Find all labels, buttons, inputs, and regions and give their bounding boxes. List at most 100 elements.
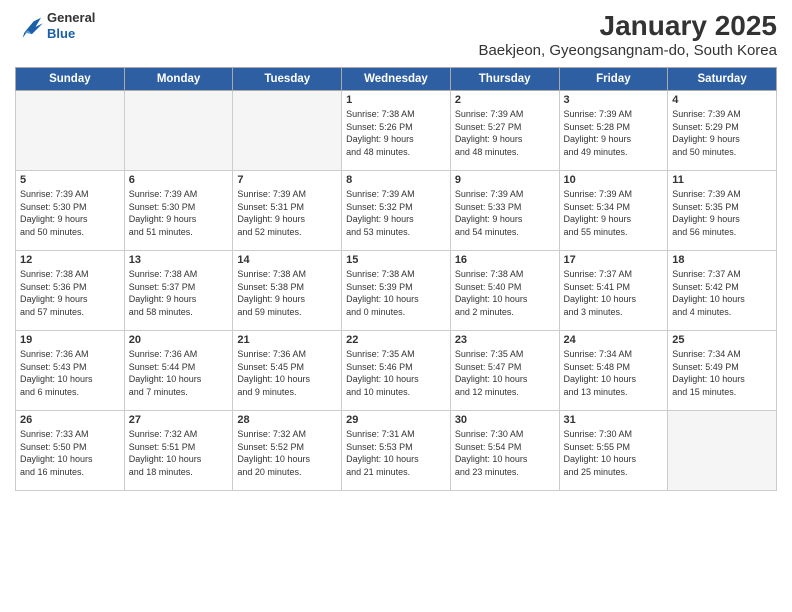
- weekday-sunday: Sunday: [16, 68, 125, 91]
- day-number: 22: [346, 334, 446, 346]
- day-number: 7: [237, 174, 337, 186]
- logo-text: General Blue: [47, 10, 95, 41]
- day-number: 2: [455, 94, 555, 106]
- calendar-cell: 15Sunrise: 7:38 AM Sunset: 5:39 PM Dayli…: [342, 251, 451, 331]
- calendar-cell: 22 Sunrise: 7:35 AM Sunset: 5:46 PM Dayli…: [342, 331, 451, 411]
- day-number: 25: [672, 334, 772, 346]
- day-number: 15: [346, 254, 446, 266]
- day-info: Sunrise: 7:38 AM Sunset: 5:40 PM Dayligh…: [455, 268, 555, 318]
- day-info: Sunrise: 7:36 AM Sunset: 5:43 PM Dayligh…: [20, 348, 120, 398]
- calendar-cell: 24 Sunrise: 7:34 AM Sunset: 5:48 PM Dayli…: [559, 331, 668, 411]
- weekday-header-row: SundayMondayTuesdayWednesdayThursdayFrid…: [16, 68, 777, 91]
- day-number: 6: [129, 174, 229, 186]
- day-number: 23: [455, 334, 555, 346]
- day-info: Sunrise: 7:39 AM Sunset: 5:35 PM Dayligh…: [672, 188, 772, 238]
- day-info: Sunrise: 7:38 AM Sunset: 5:37 PM Dayligh…: [129, 268, 229, 318]
- day-info: Sunrise: 7:34 AM Sunset: 5:48 PM Dayligh…: [564, 348, 664, 398]
- calendar-cell: 7 Sunrise: 7:39 AM Sunset: 5:31 PM Daylig…: [233, 171, 342, 251]
- calendar-cell: 9 Sunrise: 7:39 AM Sunset: 5:33 PM Daylig…: [450, 171, 559, 251]
- calendar-cell: [668, 411, 777, 491]
- day-info: Sunrise: 7:38 AM Sunset: 5:38 PM Dayligh…: [237, 268, 337, 318]
- day-number: 5: [20, 174, 120, 186]
- day-number: 13: [129, 254, 229, 266]
- calendar-cell: 8Sunrise: 7:39 AM Sunset: 5:32 PM Daylig…: [342, 171, 451, 251]
- day-number: 30: [455, 414, 555, 426]
- calendar-cell: 30 Sunrise: 7:30 AM Sunset: 5:54 PM Dayli…: [450, 411, 559, 491]
- day-number: 8: [346, 174, 446, 186]
- week-row-4: 26 Sunrise: 7:33 AM Sunset: 5:50 PM Dayli…: [16, 411, 777, 491]
- day-info: Sunrise: 7:38 AM Sunset: 5:26 PM Dayligh…: [346, 108, 446, 158]
- calendar-cell: 25 Sunrise: 7:34 AM Sunset: 5:49 PM Dayli…: [668, 331, 777, 411]
- day-info: Sunrise: 7:30 AM Sunset: 5:54 PM Dayligh…: [455, 428, 555, 478]
- logo-line1: General: [47, 10, 95, 26]
- day-info: Sunrise: 7:39 AM Sunset: 5:30 PM Dayligh…: [20, 188, 120, 238]
- day-number: 9: [455, 174, 555, 186]
- calendar-cell: 20Sunrise: 7:36 AM Sunset: 5:44 PM Dayli…: [124, 331, 233, 411]
- calendar-cell: 29Sunrise: 7:31 AM Sunset: 5:53 PM Dayli…: [342, 411, 451, 491]
- calendar-cell: 16 Sunrise: 7:38 AM Sunset: 5:40 PM Dayli…: [450, 251, 559, 331]
- weekday-monday: Monday: [124, 68, 233, 91]
- calendar-cell: 2 Sunrise: 7:39 AM Sunset: 5:27 PM Daylig…: [450, 91, 559, 171]
- day-info: Sunrise: 7:37 AM Sunset: 5:42 PM Dayligh…: [672, 268, 772, 318]
- calendar-cell: 21Sunrise: 7:36 AM Sunset: 5:45 PM Dayli…: [233, 331, 342, 411]
- day-info: Sunrise: 7:33 AM Sunset: 5:50 PM Dayligh…: [20, 428, 120, 478]
- calendar-cell: 10Sunrise: 7:39 AM Sunset: 5:34 PM Dayli…: [559, 171, 668, 251]
- day-number: 31: [564, 414, 664, 426]
- day-info: Sunrise: 7:30 AM Sunset: 5:55 PM Dayligh…: [564, 428, 664, 478]
- day-number: 4: [672, 94, 772, 106]
- day-info: Sunrise: 7:39 AM Sunset: 5:31 PM Dayligh…: [237, 188, 337, 238]
- calendar: SundayMondayTuesdayWednesdayThursdayFrid…: [15, 67, 777, 491]
- day-number: 14: [237, 254, 337, 266]
- calendar-cell: 18 Sunrise: 7:37 AM Sunset: 5:42 PM Dayli…: [668, 251, 777, 331]
- day-info: Sunrise: 7:36 AM Sunset: 5:44 PM Dayligh…: [129, 348, 229, 398]
- calendar-cell: 31 Sunrise: 7:30 AM Sunset: 5:55 PM Dayli…: [559, 411, 668, 491]
- day-number: 3: [564, 94, 664, 106]
- day-info: Sunrise: 7:39 AM Sunset: 5:28 PM Dayligh…: [564, 108, 664, 158]
- day-info: Sunrise: 7:39 AM Sunset: 5:30 PM Dayligh…: [129, 188, 229, 238]
- weekday-thursday: Thursday: [450, 68, 559, 91]
- weekday-friday: Friday: [559, 68, 668, 91]
- day-info: Sunrise: 7:35 AM Sunset: 5:47 PM Dayligh…: [455, 348, 555, 398]
- day-info: Sunrise: 7:34 AM Sunset: 5:49 PM Dayligh…: [672, 348, 772, 398]
- page: General Blue January 2025 Baekjeon, Gyeo…: [0, 0, 792, 612]
- month-title: January 2025: [478, 10, 777, 42]
- calendar-cell: 12Sunrise: 7:38 AM Sunset: 5:36 PM Dayli…: [16, 251, 125, 331]
- title-block: January 2025 Baekjeon, Gyeongsangnam-do,…: [478, 10, 777, 59]
- day-info: Sunrise: 7:39 AM Sunset: 5:27 PM Dayligh…: [455, 108, 555, 158]
- calendar-cell: 1 Sunrise: 7:38 AM Sunset: 5:26 PM Daylig…: [342, 91, 451, 171]
- day-info: Sunrise: 7:31 AM Sunset: 5:53 PM Dayligh…: [346, 428, 446, 478]
- day-info: Sunrise: 7:32 AM Sunset: 5:51 PM Dayligh…: [129, 428, 229, 478]
- weekday-wednesday: Wednesday: [342, 68, 451, 91]
- day-number: 1: [346, 94, 446, 106]
- day-info: Sunrise: 7:39 AM Sunset: 5:33 PM Dayligh…: [455, 188, 555, 238]
- day-number: 17: [564, 254, 664, 266]
- logo-bird-icon: [15, 14, 43, 38]
- day-info: Sunrise: 7:37 AM Sunset: 5:41 PM Dayligh…: [564, 268, 664, 318]
- day-info: Sunrise: 7:38 AM Sunset: 5:36 PM Dayligh…: [20, 268, 120, 318]
- day-number: 18: [672, 254, 772, 266]
- calendar-cell: [16, 91, 125, 171]
- calendar-cell: 6 Sunrise: 7:39 AM Sunset: 5:30 PM Daylig…: [124, 171, 233, 251]
- day-info: Sunrise: 7:39 AM Sunset: 5:29 PM Dayligh…: [672, 108, 772, 158]
- day-number: 11: [672, 174, 772, 186]
- weekday-saturday: Saturday: [668, 68, 777, 91]
- calendar-cell: 27Sunrise: 7:32 AM Sunset: 5:51 PM Dayli…: [124, 411, 233, 491]
- logo-line2: Blue: [47, 26, 95, 42]
- logo: General Blue: [15, 10, 95, 41]
- week-row-2: 12Sunrise: 7:38 AM Sunset: 5:36 PM Dayli…: [16, 251, 777, 331]
- calendar-cell: 26 Sunrise: 7:33 AM Sunset: 5:50 PM Dayli…: [16, 411, 125, 491]
- calendar-cell: 14 Sunrise: 7:38 AM Sunset: 5:38 PM Dayli…: [233, 251, 342, 331]
- calendar-cell: 19Sunrise: 7:36 AM Sunset: 5:43 PM Dayli…: [16, 331, 125, 411]
- day-number: 24: [564, 334, 664, 346]
- day-number: 16: [455, 254, 555, 266]
- day-number: 10: [564, 174, 664, 186]
- day-info: Sunrise: 7:36 AM Sunset: 5:45 PM Dayligh…: [237, 348, 337, 398]
- calendar-cell: 23 Sunrise: 7:35 AM Sunset: 5:47 PM Dayli…: [450, 331, 559, 411]
- day-info: Sunrise: 7:35 AM Sunset: 5:46 PM Dayligh…: [346, 348, 446, 398]
- calendar-cell: 4 Sunrise: 7:39 AM Sunset: 5:29 PM Daylig…: [668, 91, 777, 171]
- week-row-3: 19Sunrise: 7:36 AM Sunset: 5:43 PM Dayli…: [16, 331, 777, 411]
- calendar-cell: 11 Sunrise: 7:39 AM Sunset: 5:35 PM Dayli…: [668, 171, 777, 251]
- week-row-0: 1 Sunrise: 7:38 AM Sunset: 5:26 PM Daylig…: [16, 91, 777, 171]
- day-number: 26: [20, 414, 120, 426]
- calendar-cell: 13 Sunrise: 7:38 AM Sunset: 5:37 PM Dayli…: [124, 251, 233, 331]
